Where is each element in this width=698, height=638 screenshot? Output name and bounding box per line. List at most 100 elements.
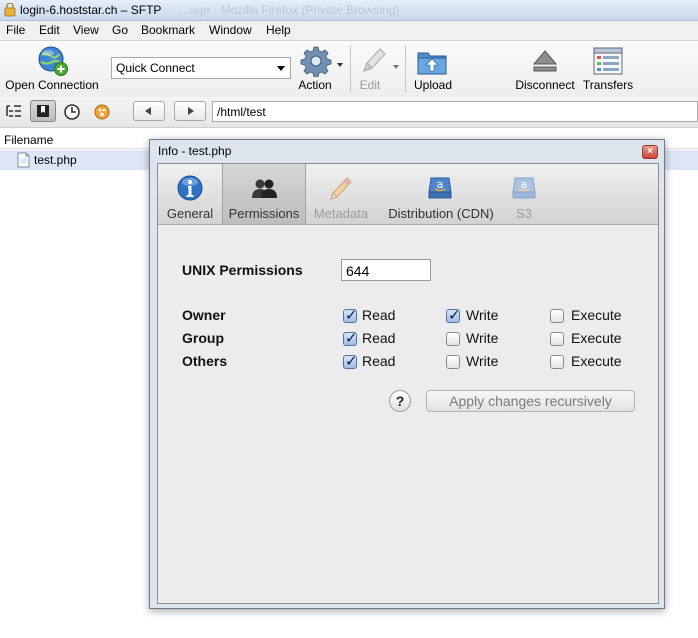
eject-icon xyxy=(532,50,558,72)
owner-execute-checkbox[interactable] xyxy=(550,309,564,323)
tab-bar: General Permissions Metadata a Distribut… xyxy=(158,164,658,225)
group-label: Group xyxy=(182,330,224,346)
action-label: Action xyxy=(298,78,332,92)
group-execute-checkbox[interactable] xyxy=(550,332,564,346)
edit-dropdown-icon xyxy=(393,65,399,69)
amazon-icon: a xyxy=(512,177,536,199)
history-clock-icon[interactable] xyxy=(62,102,82,122)
filename-column-label: Filename xyxy=(4,133,54,147)
disconnect-button[interactable]: Disconnect xyxy=(512,41,578,97)
dialog-title: Info - test.php xyxy=(158,144,232,158)
outline-view-icon[interactable] xyxy=(4,102,24,122)
menu-bar: File Edit View Go Bookmark Window Help xyxy=(0,21,698,41)
close-button[interactable]: × xyxy=(642,145,658,159)
toolbar-separator xyxy=(350,45,351,93)
forward-button[interactable] xyxy=(174,101,206,121)
tab-s3-label: S3 xyxy=(516,206,532,221)
tab-permissions[interactable]: Permissions xyxy=(222,164,306,224)
tab-general-label: General xyxy=(166,206,214,221)
menu-view[interactable]: View xyxy=(73,23,99,37)
tab-metadata-label: Metadata xyxy=(313,206,369,221)
users-icon xyxy=(252,179,277,198)
bookmarks-view-button[interactable] xyxy=(30,100,56,122)
group-write-label: Write xyxy=(466,330,499,346)
checkmark-icon: ✓ xyxy=(448,307,461,324)
dialog-content: General Permissions Metadata a Distribut… xyxy=(157,163,659,604)
apply-recursively-button[interactable]: Apply changes recursively xyxy=(426,390,635,412)
edit-button[interactable]: Edit xyxy=(354,41,402,97)
open-connection-label: Open Connection xyxy=(5,78,99,92)
menu-file[interactable]: File xyxy=(6,23,25,37)
bookmark-icon xyxy=(37,105,49,117)
action-button[interactable]: Action xyxy=(293,41,345,97)
tab-s3[interactable]: a S3 xyxy=(504,164,544,224)
others-write-label: Write xyxy=(466,353,499,369)
file-name: test.php xyxy=(34,153,77,167)
checkmark-icon: ✓ xyxy=(345,330,358,347)
owner-write-label: Write xyxy=(466,307,499,323)
background-window-title: ...age - Mozilla Firefox (Private Browsi… xyxy=(180,3,400,17)
group-execute-label: Execute xyxy=(571,330,622,346)
toolbar: Open Connection Quick Connect Action Edi… xyxy=(0,41,698,97)
owner-label: Owner xyxy=(182,307,226,323)
help-button[interactable]: ? xyxy=(389,390,411,412)
tab-general[interactable]: General xyxy=(158,164,222,224)
menu-help[interactable]: Help xyxy=(266,23,291,37)
upload-button[interactable]: Upload xyxy=(408,41,458,97)
transfers-label: Transfers xyxy=(582,78,634,92)
action-dropdown-icon xyxy=(337,63,343,67)
group-read-label: Read xyxy=(362,330,396,346)
path-value: /html/test xyxy=(217,105,266,119)
svg-text:a: a xyxy=(437,178,444,191)
disconnect-label: Disconnect xyxy=(515,78,575,92)
chevron-down-icon xyxy=(277,66,285,71)
unix-permissions-label: UNIX Permissions xyxy=(182,262,303,278)
open-connection-button[interactable]: Open Connection xyxy=(2,41,102,97)
owner-write-checkbox[interactable]: ✓ xyxy=(446,307,461,324)
navigation-bar: /html/test xyxy=(0,97,698,128)
menu-window[interactable]: Window xyxy=(209,23,252,37)
upload-label: Upload xyxy=(413,78,453,92)
others-execute-label: Execute xyxy=(571,353,622,369)
gear-icon xyxy=(300,46,332,77)
pencil-icon xyxy=(363,48,386,72)
others-label: Others xyxy=(182,353,228,369)
unix-permissions-field[interactable]: 644 xyxy=(341,259,431,281)
toolbar-separator xyxy=(405,45,406,93)
window-title: login-6.hoststar.ch – SFTP xyxy=(20,3,162,17)
transfers-button[interactable]: Transfers xyxy=(580,41,636,97)
checkmark-icon: ✓ xyxy=(345,353,358,370)
owner-execute-label: Execute xyxy=(571,307,622,323)
owner-read-checkbox[interactable]: ✓ xyxy=(343,307,358,324)
file-icon xyxy=(17,152,30,168)
tab-distribution-label: Distribution (CDN) xyxy=(388,206,494,221)
arrow-right-icon xyxy=(188,107,194,115)
menu-go[interactable]: Go xyxy=(112,23,128,37)
quick-connect-select[interactable]: Quick Connect xyxy=(111,57,291,79)
transfers-window-icon xyxy=(593,47,623,75)
tab-distribution[interactable]: a Distribution (CDN) xyxy=(379,164,503,224)
back-button[interactable] xyxy=(133,101,165,121)
group-read-checkbox[interactable]: ✓ xyxy=(343,330,358,347)
quick-connect-value: Quick Connect xyxy=(116,61,195,75)
upload-folder-icon xyxy=(417,52,447,75)
app-icon xyxy=(4,3,16,17)
info-icon xyxy=(177,175,203,201)
tab-metadata[interactable]: Metadata xyxy=(305,164,377,224)
others-read-checkbox[interactable]: ✓ xyxy=(343,353,358,370)
owner-read-label: Read xyxy=(362,307,396,323)
checkmark-icon: ✓ xyxy=(345,307,358,324)
tab-permissions-label: Permissions xyxy=(228,206,300,221)
amazon-icon: a xyxy=(428,177,452,199)
others-write-checkbox[interactable] xyxy=(446,355,460,369)
bonjour-icon[interactable] xyxy=(92,102,112,122)
menu-bookmark[interactable]: Bookmark xyxy=(141,23,195,37)
path-field[interactable]: /html/test xyxy=(212,101,698,122)
menu-edit[interactable]: Edit xyxy=(39,23,60,37)
edit-label: Edit xyxy=(359,78,381,92)
others-read-label: Read xyxy=(362,353,396,369)
others-execute-checkbox[interactable] xyxy=(550,355,564,369)
globe-add-icon xyxy=(38,46,68,76)
group-write-checkbox[interactable] xyxy=(446,332,460,346)
window-titlebar: login-6.hoststar.ch – SFTP ...age - Mozi… xyxy=(0,0,698,21)
